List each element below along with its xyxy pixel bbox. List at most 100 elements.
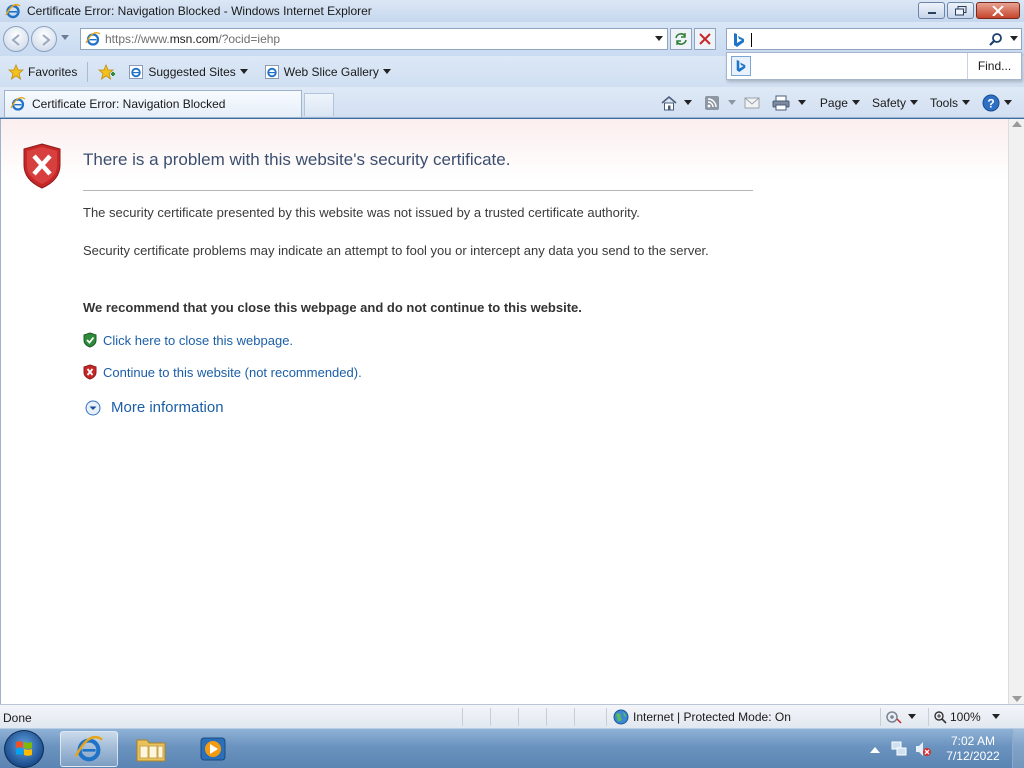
address-dropdown-icon[interactable]: [655, 36, 663, 42]
refresh-button[interactable]: [670, 28, 692, 50]
favorites-label: Favorites: [28, 64, 78, 79]
taskbar-media-player[interactable]: [184, 731, 242, 767]
start-button[interactable]: [4, 730, 44, 768]
recommendation-text: We recommend that you close this webpage…: [83, 300, 582, 315]
ie-page-icon: [129, 64, 144, 79]
tools-menu-button[interactable]: Tools: [926, 92, 974, 114]
add-favorite-icon: [98, 63, 116, 80]
minimize-button[interactable]: [918, 2, 945, 19]
safety-menu-button[interactable]: Safety: [868, 92, 922, 114]
recent-pages-dropdown-icon[interactable]: [61, 35, 69, 41]
back-button[interactable]: [3, 26, 29, 52]
stop-button[interactable]: [694, 28, 716, 50]
bing-icon: [736, 60, 746, 72]
favorites-button[interactable]: Favorites: [4, 60, 81, 84]
url-host: msn.com: [169, 32, 219, 46]
security-zone-text: Internet | Protected Mode: On: [633, 710, 791, 724]
chevron-down-icon: [683, 100, 692, 105]
restore-button[interactable]: [947, 2, 974, 19]
restore-icon: [954, 5, 966, 15]
bing-icon: [734, 33, 744, 47]
mail-icon: [744, 97, 760, 109]
ie-page-icon: [264, 64, 279, 79]
status-separator: [880, 708, 881, 726]
home-icon: [661, 95, 677, 111]
web-slice-gallery-label: Web Slice Gallery: [283, 64, 379, 79]
expand-chevron-icon: [85, 400, 101, 415]
feeds-button[interactable]: [700, 92, 740, 114]
taskbar-internet-explorer[interactable]: [60, 731, 118, 767]
search-input[interactable]: [726, 28, 1022, 50]
page-menu-button[interactable]: Page: [816, 92, 864, 114]
green-shield-check-icon: [83, 332, 97, 348]
close-webpage-link[interactable]: Click here to close this webpage.: [103, 333, 293, 348]
tab-certificate-error[interactable]: Certificate Error: Navigation Blocked: [4, 90, 302, 117]
show-hidden-icons-icon[interactable]: [870, 746, 880, 754]
favorites-star-icon: [8, 63, 24, 80]
new-tab-button[interactable]: [304, 93, 334, 116]
show-desktop-button[interactable]: [1012, 729, 1024, 768]
more-information-toggle[interactable]: More information: [85, 399, 224, 416]
zoom-dropdown-icon[interactable]: [992, 714, 1000, 720]
zoom-icon: [934, 710, 947, 724]
help-icon: ?: [982, 94, 1000, 112]
tab-bar: Certificate Error: Navigation Blocked Pa…: [0, 87, 1024, 118]
continue-to-website-link[interactable]: Continue to this website (not recommende…: [103, 365, 362, 380]
ie-logo-icon: [5, 3, 21, 19]
print-button[interactable]: [768, 92, 810, 114]
security-warning-text: Security certificate problems may indica…: [83, 243, 709, 258]
status-separator: [574, 708, 575, 726]
page-title: There is a problem with this website's s…: [83, 150, 511, 169]
printer-icon: [772, 95, 790, 111]
close-webpage-option[interactable]: Click here to close this webpage.: [83, 332, 293, 348]
chevron-down-icon: [382, 68, 391, 74]
status-tools-button[interactable]: [886, 710, 916, 724]
web-slice-gallery-button[interactable]: Web Slice Gallery: [260, 60, 399, 84]
home-button[interactable]: [656, 92, 696, 114]
network-icon[interactable]: [890, 740, 908, 758]
continue-option[interactable]: Continue to this website (not recommende…: [83, 364, 362, 380]
chevron-down-icon: [1004, 100, 1012, 105]
more-information-link[interactable]: More information: [111, 399, 224, 416]
help-button[interactable]: ?: [978, 92, 1016, 114]
tools-menu-label: Tools: [929, 96, 958, 110]
close-button[interactable]: [976, 2, 1020, 19]
status-separator: [490, 708, 491, 726]
rss-feed-icon: [704, 96, 719, 110]
suggested-sites-button[interactable]: Suggested Sites: [124, 60, 255, 84]
scroll-down-icon[interactable]: [1012, 696, 1022, 702]
zoom-button[interactable]: 100%: [934, 710, 981, 724]
add-to-favorites-bar-button[interactable]: [94, 60, 124, 84]
text-caret: [751, 33, 752, 47]
tab-label: Certificate Error: Navigation Blocked: [32, 97, 226, 111]
certificate-explanation: The security certificate presented by th…: [83, 205, 640, 220]
page-content: There is a problem with this website's s…: [0, 119, 1008, 704]
status-separator: [928, 708, 929, 726]
ie-logo-icon: [10, 97, 26, 111]
svg-text:?: ?: [987, 97, 994, 111]
search-icon[interactable]: [989, 32, 1003, 46]
search-options-dropdown-icon[interactable]: [1010, 36, 1018, 42]
taskbar-windows-explorer[interactable]: [122, 731, 180, 767]
address-url[interactable]: https://www.msn.com/?ocid=iehp: [105, 32, 280, 46]
chevron-down-icon: [239, 68, 248, 74]
chevron-down-icon: [727, 100, 736, 105]
clock[interactable]: 7:02 AM 7/12/2022: [940, 734, 1006, 764]
scroll-up-icon[interactable]: [1012, 121, 1022, 127]
status-separator: [546, 708, 547, 726]
url-prefix: https://www.: [105, 32, 170, 46]
search-provider-bing[interactable]: [731, 56, 751, 76]
error-shield-icon: [23, 143, 61, 189]
address-bar[interactable]: https://www.msn.com/?ocid=iehp: [80, 28, 668, 50]
navigation-bar: https://www.msn.com/?ocid=iehp: [0, 22, 1024, 56]
forward-button[interactable]: [31, 26, 57, 52]
windows-logo-icon: [16, 741, 32, 756]
title-bar[interactable]: Certificate Error: Navigation Blocked - …: [0, 0, 1024, 22]
find-button[interactable]: Find...: [967, 53, 1021, 79]
security-zone[interactable]: Internet | Protected Mode: On: [613, 709, 791, 725]
volume-muted-icon[interactable]: [914, 740, 932, 758]
toolbar-separator: [87, 61, 89, 82]
ie-logo-icon: [74, 735, 103, 762]
vertical-scrollbar[interactable]: [1008, 119, 1024, 704]
read-mail-button[interactable]: [740, 92, 764, 114]
